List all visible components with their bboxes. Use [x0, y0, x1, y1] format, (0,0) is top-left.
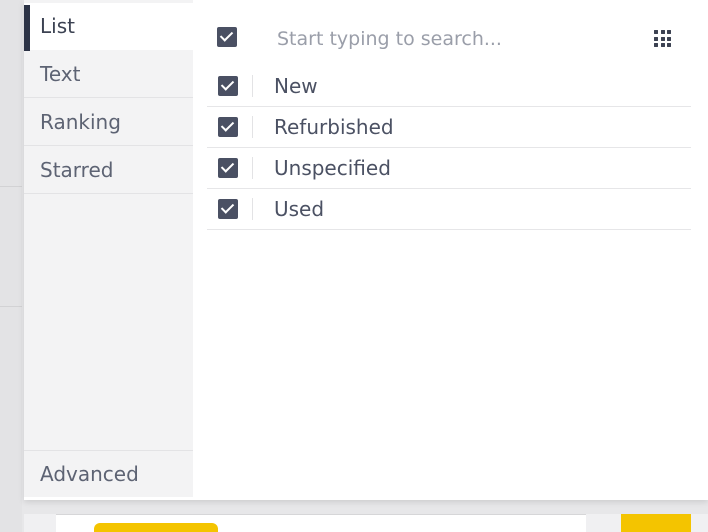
value-list: New Refurbished Unspecified Used: [207, 66, 691, 230]
tab-ranking-label: Ranking: [40, 110, 121, 134]
select-all-checkbox[interactable]: [217, 27, 237, 47]
background-panel: [0, 0, 22, 532]
tab-advanced-label: Advanced: [40, 462, 139, 486]
item-label: New: [274, 74, 318, 98]
tab-starred-label: Starred: [40, 158, 114, 182]
item-divider: [252, 198, 253, 220]
background-divider: [0, 186, 22, 187]
list-item[interactable]: Unspecified: [207, 148, 691, 189]
search-input[interactable]: [275, 24, 619, 54]
secondary-action-button[interactable]: [621, 514, 691, 532]
item-label: Used: [274, 197, 325, 221]
list-item[interactable]: New: [207, 66, 691, 107]
item-label: Unspecified: [274, 156, 391, 180]
grid-dots-icon[interactable]: [654, 30, 672, 48]
tab-list[interactable]: List: [24, 3, 193, 51]
item-checkbox[interactable]: [218, 199, 238, 219]
screen: List Text Ranking Starred Advanced Start…: [0, 0, 708, 532]
tab-advanced[interactable]: Advanced: [24, 450, 193, 497]
item-checkbox[interactable]: [218, 76, 238, 96]
primary-action-button[interactable]: [94, 523, 218, 532]
item-label: Refurbished: [274, 115, 394, 139]
tab-ranking[interactable]: Ranking: [24, 99, 193, 146]
tab-list-label: List: [40, 14, 75, 38]
item-divider: [252, 157, 253, 179]
filter-tab-sidebar: List Text Ranking Starred Advanced: [24, 0, 193, 497]
item-checkbox[interactable]: [218, 117, 238, 137]
tab-starred[interactable]: Starred: [24, 147, 193, 194]
list-item[interactable]: Refurbished: [207, 107, 691, 148]
item-checkbox[interactable]: [218, 158, 238, 178]
tab-text-label: Text: [40, 62, 81, 86]
background-divider: [0, 306, 22, 307]
tab-text[interactable]: Text: [24, 51, 193, 98]
item-divider: [252, 75, 253, 97]
list-item[interactable]: Used: [207, 189, 691, 230]
list-filter-panel: New Refurbished Unspecified Used: [193, 0, 708, 497]
item-divider: [252, 116, 253, 138]
filter-popup: List Text Ranking Starred Advanced Start…: [24, 0, 708, 500]
search-row: [193, 10, 693, 62]
